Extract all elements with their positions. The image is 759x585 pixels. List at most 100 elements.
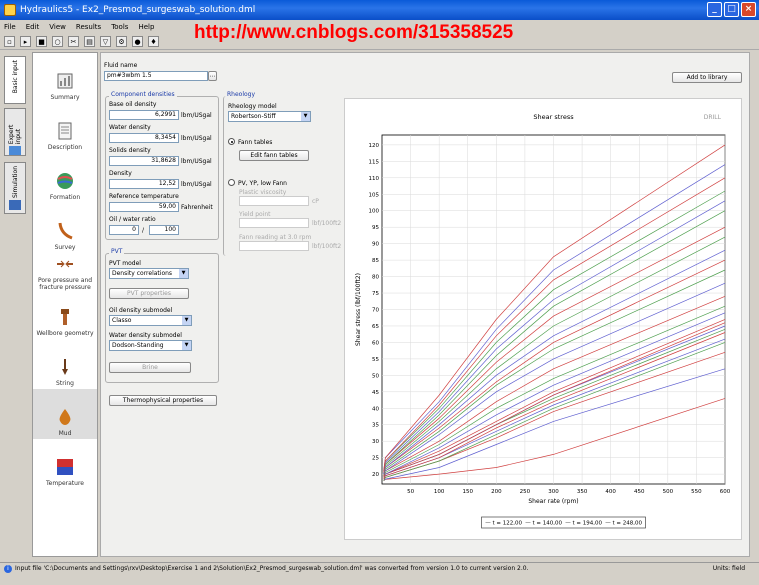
string-icon bbox=[62, 359, 68, 375]
water-density-submodel-select[interactable]: Dodson-Standing ▼ bbox=[109, 340, 192, 351]
plastic-viscosity-unit: cP bbox=[312, 198, 319, 205]
status-message: Input file 'C:\Documents and Settings\rx… bbox=[15, 565, 529, 572]
x-tick-label: 550 bbox=[691, 489, 702, 495]
minimize-button[interactable]: _ bbox=[707, 2, 722, 17]
pvt-model-value: Density correlations bbox=[112, 270, 173, 277]
y-tick-label: 120 bbox=[369, 143, 380, 149]
menu-view[interactable]: View bbox=[49, 23, 66, 31]
nav-survey[interactable]: Survey bbox=[33, 203, 97, 253]
density-input[interactable]: 12,52 bbox=[109, 179, 179, 189]
nav-wellbore-geometry[interactable]: Wellbore geometry bbox=[33, 293, 97, 339]
oil-density-submodel-select[interactable]: Classo ▼ bbox=[109, 315, 192, 326]
fann-reading-label: Fann reading at 3.0 rpm bbox=[239, 234, 312, 241]
legend-entry: t = 194,00 bbox=[573, 521, 603, 527]
tab-expert-input[interactable]: Expert input bbox=[4, 108, 26, 156]
nav-summary[interactable]: Summary bbox=[33, 53, 97, 103]
chart-brand-logo: DRILL bbox=[704, 114, 722, 121]
y-tick-label: 115 bbox=[369, 159, 380, 165]
nav-temperature[interactable]: Temperature bbox=[33, 439, 97, 489]
tab-simulation[interactable]: Simulation bbox=[4, 162, 26, 214]
y-tick-label: 75 bbox=[372, 291, 379, 297]
wellbore-icon bbox=[61, 309, 69, 325]
nav-description-label: Description bbox=[47, 144, 83, 151]
x-tick-label: 150 bbox=[463, 489, 474, 495]
fluid-name-input[interactable]: pm#3wbm 1.5 bbox=[104, 71, 208, 81]
oil-density-submodel-label: Oil density submodel bbox=[109, 307, 173, 314]
tab-basic-input[interactable]: Basic input bbox=[4, 56, 26, 104]
density-label: Density bbox=[109, 170, 132, 177]
open-folder-icon[interactable]: ▸ bbox=[20, 36, 31, 47]
water-density-input[interactable]: 8,3454 bbox=[109, 133, 179, 143]
shear-stress-chart-svg: Shear stress DRILL 50 100 150 200 250 300 350 400… bbox=[355, 113, 731, 529]
reference-temperature-unit: Fahrenheit bbox=[181, 204, 213, 211]
nav-formation[interactable]: Formation bbox=[33, 153, 97, 203]
brine-button[interactable]: Brine bbox=[109, 362, 191, 373]
fann-tables-radio[interactable] bbox=[228, 138, 235, 145]
edit-fann-tables-button[interactable]: Edit fann tables bbox=[239, 150, 309, 161]
nav-description[interactable]: Description bbox=[33, 103, 97, 153]
menu-tools[interactable]: Tools bbox=[111, 23, 128, 31]
plastic-viscosity-input[interactable] bbox=[239, 196, 309, 206]
solids-density-label: Solids density bbox=[109, 147, 151, 154]
yield-point-input[interactable] bbox=[239, 218, 309, 228]
y-tick-label: 70 bbox=[372, 308, 379, 314]
nav-string[interactable]: String bbox=[33, 339, 97, 389]
thermophysical-properties-button[interactable]: Thermophysical properties bbox=[109, 395, 217, 406]
solids-density-input[interactable]: 31,8628 bbox=[109, 156, 179, 166]
chevron-down-icon: ▼ bbox=[182, 341, 191, 350]
water-ratio-input[interactable]: 100 bbox=[149, 225, 179, 235]
menu-help[interactable]: Help bbox=[138, 23, 154, 31]
y-tick-label: 35 bbox=[372, 423, 379, 429]
y-tick-label: 95 bbox=[372, 225, 379, 231]
window-title: Hydraulics5 - Ex2_Presmod_surgeswab_solu… bbox=[20, 5, 256, 15]
filter-icon[interactable]: ▽ bbox=[100, 36, 111, 47]
oil-density-submodel-value: Classo bbox=[112, 317, 132, 324]
tools-icon[interactable]: ⚙ bbox=[116, 36, 127, 47]
nav-mud[interactable]: Mud bbox=[33, 389, 97, 439]
x-tick-label: 250 bbox=[520, 489, 531, 495]
navigation-panel: Summary Description Formation Survey Por… bbox=[32, 52, 98, 557]
mud-content-panel: Fluid name pm#3wbm 1.5 ⋯ Add to library … bbox=[100, 52, 750, 557]
menu-results[interactable]: Results bbox=[76, 23, 101, 31]
add-to-library-button[interactable]: Add to library bbox=[672, 72, 742, 83]
y-tick-label: 25 bbox=[372, 456, 379, 462]
status-units: Units: field bbox=[712, 565, 745, 572]
search-icon[interactable]: ○ bbox=[52, 36, 63, 47]
base-oil-input[interactable]: 6,2991 bbox=[109, 110, 179, 120]
cut-icon[interactable]: ✂ bbox=[68, 36, 79, 47]
yield-point-unit: lbf/100ft2 bbox=[312, 220, 342, 227]
y-tick-label: 20 bbox=[372, 472, 379, 478]
menu-file[interactable]: File bbox=[4, 23, 16, 31]
globe-icon[interactable]: ● bbox=[132, 36, 143, 47]
menu-edit[interactable]: Edit bbox=[26, 23, 40, 31]
oil-ratio-input[interactable]: 0 bbox=[109, 225, 139, 235]
pvt-properties-button[interactable]: PVT properties bbox=[109, 288, 189, 299]
pore-pressure-icon bbox=[57, 260, 73, 268]
base-oil-unit: lbm/USgal bbox=[181, 112, 212, 119]
pvt-model-select[interactable]: Density correlations ▼ bbox=[109, 268, 189, 279]
run-icon[interactable]: ♦ bbox=[148, 36, 159, 47]
reference-temperature-label: Reference temperature bbox=[109, 193, 179, 200]
save-icon[interactable]: ■ bbox=[36, 36, 47, 47]
temperature-icon bbox=[57, 459, 73, 475]
nav-string-label: String bbox=[56, 380, 74, 387]
nav-summary-label: Summary bbox=[50, 94, 80, 101]
reference-temperature-input[interactable]: 59,00 bbox=[109, 202, 179, 212]
close-button[interactable]: × bbox=[741, 2, 756, 17]
fluid-name-browse-button[interactable]: ⋯ bbox=[208, 71, 217, 81]
water-density-submodel-value: Dodson-Standing bbox=[112, 342, 164, 349]
expert-input-icon bbox=[9, 146, 21, 155]
x-tick-label: 600 bbox=[720, 489, 731, 495]
new-file-icon[interactable]: ▫ bbox=[4, 36, 15, 47]
left-tab-strip: Basic input Expert input Simulation bbox=[0, 50, 30, 560]
maximize-button[interactable]: □ bbox=[724, 2, 739, 17]
paste-icon[interactable]: ▤ bbox=[84, 36, 95, 47]
y-tick-label: 85 bbox=[372, 258, 379, 264]
nav-pore-pressure[interactable]: Pore pressure and fracture pressure bbox=[33, 253, 97, 293]
pv-yp-radio[interactable] bbox=[228, 179, 235, 186]
y-tick-label: 65 bbox=[372, 324, 379, 330]
rheology-model-select[interactable]: Robertson-Stiff ▼ bbox=[228, 111, 311, 122]
fann-reading-input[interactable] bbox=[239, 241, 309, 251]
y-tick-label: 105 bbox=[369, 192, 380, 198]
legend-entry: t = 122,00 bbox=[493, 521, 523, 527]
